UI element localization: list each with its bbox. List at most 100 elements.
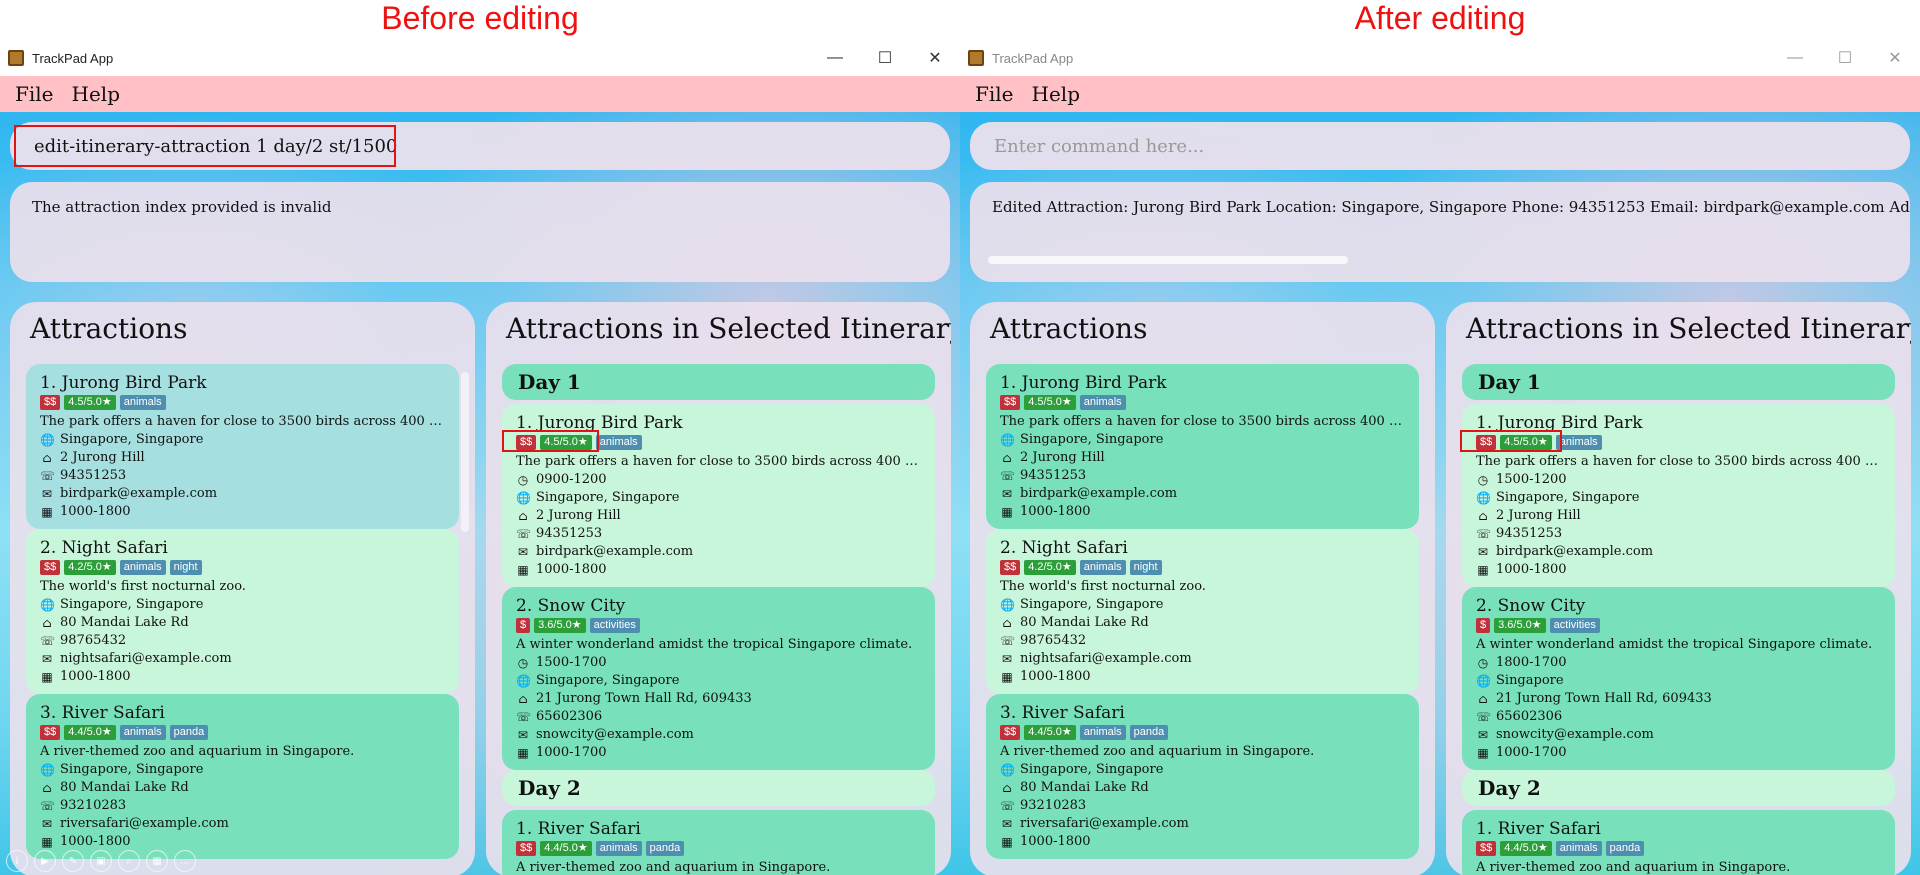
after-heading: After editing	[1354, 0, 1526, 36]
tag-row: $$ 4.4/5.0★ animals panda	[40, 725, 445, 740]
price-tag: $$	[1000, 725, 1021, 740]
envelope-icon: ✉	[1001, 817, 1013, 831]
menu-file[interactable]: File	[966, 82, 1023, 106]
email-text: nightsafari@example.com	[1020, 651, 1192, 666]
attraction-card[interactable]: 2. Snow City $3.6/5.0★ activities A winter …	[502, 587, 935, 770]
home-icon: ⌂	[42, 451, 52, 465]
attraction-card[interactable]: 2. Night Safari $$ 4.2/5.0★ animals night The…	[26, 529, 459, 694]
attraction-description: A river-themed zoo and aquarium in Singa…	[1476, 860, 1791, 875]
tag-row: $$ 4.5/5.0★ animals	[1476, 435, 1881, 450]
attraction-card[interactable]: 1. Jurong Bird Park $$ 4.5/5.0★ animals The …	[502, 404, 935, 587]
clock-icon: ◷	[1477, 473, 1489, 487]
hours-text: 1000-1700	[1496, 745, 1567, 760]
menu-help[interactable]: Help	[63, 82, 129, 106]
info-row-phone: ☏ 94351253	[516, 525, 921, 543]
menu-file[interactable]: File	[6, 82, 63, 106]
more-icon[interactable]: …	[174, 850, 196, 872]
info-row-email: ✉ birdpark@example.com	[1000, 485, 1405, 503]
play-icon[interactable]: ▶	[34, 850, 56, 872]
address-text: 80 Mandai Lake Rd	[60, 615, 189, 630]
command-input[interactable]: edit-itinerary-attraction 1 day/2 st/150…	[10, 122, 950, 170]
info-row-hours: ▦ 1000-1700	[1476, 744, 1881, 762]
info-row-email: ✉ nightsafari@example.com	[40, 650, 445, 668]
horizontal-scrollbar[interactable]	[988, 256, 1348, 264]
zoom-icon[interactable]: ⌕	[118, 850, 140, 872]
attraction-description: The world's first nocturnal zoo.	[40, 579, 246, 594]
price-tag: $$	[1476, 841, 1497, 856]
attraction-card[interactable]: 1. Jurong Bird Park $$ 4.5/5.0★ animals The …	[986, 364, 1419, 529]
attraction-name: 1. Jurong Bird Park	[1476, 413, 1643, 433]
info-row-phone: ☏ 94351253	[1000, 467, 1405, 485]
minimize-button[interactable]: —	[810, 40, 860, 76]
price-tag: $$	[40, 395, 61, 410]
close-button[interactable]: ✕	[910, 40, 960, 76]
attractions-title: Attractions	[30, 312, 188, 345]
attraction-card[interactable]: 1. Jurong Bird Park $$ 4.5/5.0★ animals The …	[26, 364, 459, 529]
info-icon[interactable]: i	[6, 850, 28, 872]
calendar-icon: ▦	[1001, 670, 1013, 684]
time-text: 1500-1200	[1496, 472, 1567, 487]
home-icon: ⌂	[518, 692, 528, 706]
scrollbar[interactable]	[461, 372, 469, 532]
rating-tag: 4.2/5.0★	[64, 560, 116, 575]
attraction-card[interactable]: 2. Snow City $3.6/5.0★ activities A winter …	[1462, 587, 1895, 770]
attraction-card[interactable]: 2. Night Safari $$ 4.2/5.0★ animals night The…	[986, 529, 1419, 694]
tag-row: $$ 4.2/5.0★ animals night	[1000, 560, 1405, 575]
close-button[interactable]: ✕	[1870, 40, 1920, 76]
rating-tag: 4.5/5.0★	[1500, 435, 1552, 450]
location-text: Singapore, Singapore	[60, 597, 204, 612]
rating-tag: 4.4/5.0★	[1500, 841, 1552, 856]
menu-bar: File Help	[0, 76, 960, 112]
info-row-location: 🌐 Singapore, Singapore	[1000, 596, 1405, 614]
phone-text: 65602306	[1496, 709, 1563, 724]
maximize-button[interactable]: ☐	[1820, 40, 1870, 76]
maximize-button[interactable]: ☐	[860, 40, 910, 76]
category-tag: night	[1129, 560, 1162, 575]
envelope-icon: ✉	[1477, 728, 1489, 742]
globe-icon: 🌐	[1000, 598, 1015, 612]
email-text: birdpark@example.com	[1496, 544, 1654, 559]
itinerary-title: Attractions in Selected Itinerary	[1466, 312, 1911, 345]
attraction-name: 1. River Safari	[1476, 819, 1601, 839]
phone-text: 94351253	[536, 526, 603, 541]
info-row-phone: ☏ 93210283	[1000, 797, 1405, 815]
globe-icon: 🌐	[1000, 763, 1015, 777]
attraction-card[interactable]: 3. River Safari $$ 4.4/5.0★ animals panda A r…	[26, 694, 459, 859]
grid-icon[interactable]: ▦	[146, 850, 168, 872]
category-tag: animals	[1079, 560, 1126, 575]
window-title: TrackPad App	[992, 50, 1074, 66]
location-text: Singapore	[1496, 673, 1564, 688]
attraction-name: 2. Snow City	[1476, 596, 1586, 616]
envelope-icon: ✉	[517, 545, 529, 559]
window-title: TrackPad App	[32, 50, 114, 66]
pen-icon[interactable]: ✎	[62, 850, 84, 872]
attraction-card[interactable]: 3. River Safari $$ 4.4/5.0★ animals panda A r…	[986, 694, 1419, 859]
phone-text: 98765432	[60, 633, 127, 648]
info-row-address: ⌂ 2 Jurong Hill	[516, 507, 921, 525]
attraction-list: 1. Jurong Bird Park $$ 4.5/5.0★ animals The …	[986, 364, 1419, 875]
email-text: birdpark@example.com	[1020, 486, 1178, 501]
address-text: 80 Mandai Lake Rd	[1020, 780, 1149, 795]
info-row-location: 🌐 Singapore	[1476, 672, 1881, 690]
menu-help[interactable]: Help	[1023, 82, 1089, 106]
attraction-name: 2. Night Safari	[40, 538, 168, 558]
category-tag: panda	[1605, 841, 1645, 856]
attraction-name: 1. River Safari	[516, 819, 641, 839]
category-tag: panda	[1129, 725, 1169, 740]
globe-icon: 🌐	[40, 433, 55, 447]
info-row-address: ⌂ 21 Jurong Town Hall Rd, 609433	[516, 690, 921, 708]
copy-icon[interactable]: ▣	[90, 850, 112, 872]
phone-text: 65602306	[536, 709, 603, 724]
attraction-card[interactable]: 1. River Safari $$ 4.4/5.0★ animals panda A r…	[1462, 810, 1895, 875]
envelope-icon: ✉	[1001, 652, 1013, 666]
minimize-button[interactable]: —	[1770, 40, 1820, 76]
command-input[interactable]: Enter command here...	[970, 122, 1910, 170]
info-row-email: ✉ riversafari@example.com	[40, 815, 445, 833]
price-tag: $$	[40, 560, 61, 575]
attraction-card[interactable]: 1. Jurong Bird Park $$ 4.5/5.0★ animals The …	[1462, 404, 1895, 587]
calendar-icon: ▦	[1477, 563, 1489, 577]
hours-text: 1000-1800	[1020, 669, 1091, 684]
info-row-location: 🌐 Singapore, Singapore	[40, 761, 445, 779]
email-text: birdpark@example.com	[536, 544, 694, 559]
info-row-time: ◷ 1500-1700	[516, 654, 921, 672]
